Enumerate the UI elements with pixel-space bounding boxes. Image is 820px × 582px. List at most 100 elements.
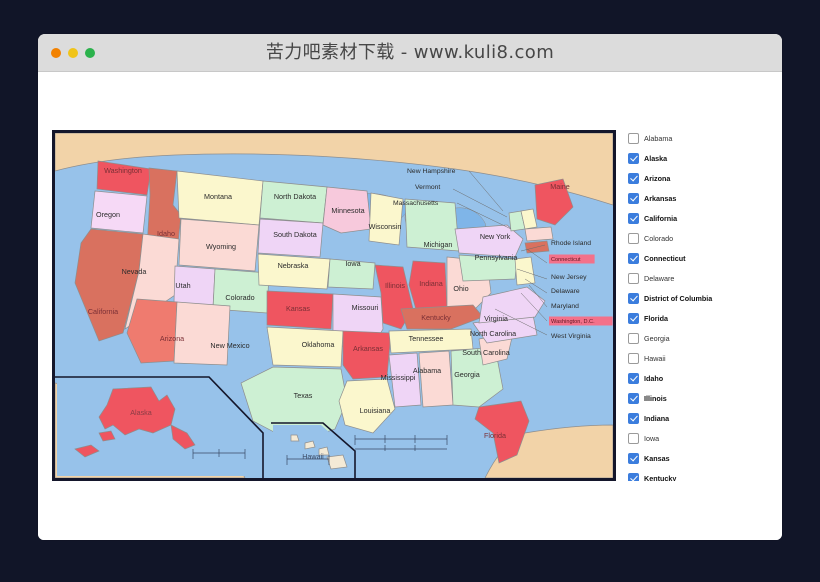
map-state-label: Michigan [424,240,453,249]
map-callout-label: Connecticut [551,257,581,263]
state-list-item[interactable]: California [626,208,758,228]
map-state-label: Arizona [160,334,184,343]
map-state-label: Missouri [352,303,379,312]
state-list-item[interactable]: Kentucky [626,468,758,481]
browser-window: 苦力吧素材下载 - www.kuli8.com .st { stroke:#8e… [38,34,782,540]
inset-label-alaska-text: Alaska [130,408,152,417]
state-list-item[interactable]: District of Columbia [626,288,758,308]
map-callout-label: Maryland [551,303,579,310]
state-list-item[interactable]: Illinois [626,388,758,408]
checkbox-icon[interactable] [628,432,639,444]
checkbox-icon[interactable] [628,212,639,224]
map-state-label: Indiana [419,279,443,288]
map-state-label: New York [480,232,511,241]
state-checkbox-list[interactable]: Alabama Alaska Arizona Arkansas California Co… [626,128,758,481]
map-state-label: Oregon [96,210,120,219]
map-state-label: Texas [294,391,313,400]
map-svg: .st { stroke:#8e8e8e; stroke-width:0.7; … [55,133,613,478]
map-state-label: Utah [175,281,190,290]
map-callout-label: New Hampshire [407,168,456,175]
state-list-item-label: Indiana [644,413,670,423]
checkbox-icon[interactable] [628,472,639,481]
map-callout-label: Rhode Island [551,240,591,247]
map-state-label: Wyoming [206,242,236,251]
map-state-label: South Dakota [273,230,317,239]
map-state-label: Colorado [225,293,254,302]
state-list-item-label: Idaho [644,373,664,383]
state-list-item-label: California [644,213,678,223]
map-callout-label: Vermont [415,184,440,191]
checkbox-icon[interactable] [628,332,639,344]
checkbox-icon[interactable] [628,172,639,184]
checkbox-icon[interactable] [628,412,639,424]
map-state-label: Iowa [345,259,360,268]
state-list-item[interactable]: Alaska [626,148,758,168]
map-state-label: Washington [104,166,142,175]
title-bar: 苦力吧素材下载 - www.kuli8.com [38,34,782,72]
state-list-item[interactable]: Kansas [626,448,758,468]
state-list-item[interactable]: Arkansas [626,188,758,208]
map-state-label: Florida [484,431,506,440]
inset-label-hawaii-text: Hawaii [302,452,324,461]
inset-label-hawaii: Hawaii [302,452,324,461]
checkbox-icon[interactable] [628,132,639,144]
state-list-item-label: Colorado [644,233,674,243]
checkbox-icon[interactable] [628,352,639,364]
map-state-label: Oklahoma [302,340,335,349]
state-list-item-label: District of Columbia [644,293,713,303]
inset-label-alaska: Alaska [130,408,152,417]
state-list-item-label: Iowa [644,433,660,443]
map-callout-label: Delaware [551,288,580,295]
map-state-label: North Dakota [274,192,316,201]
map-state-label: Idaho [157,229,175,238]
state-list-item-label: Illinois [644,393,667,403]
map-state-label: Pennsylvania [475,253,518,262]
state-list-item-label: Connecticut [644,253,686,263]
state-list-item-label: Delaware [644,273,675,283]
map-state-label: Mississippi [381,373,416,382]
map-callout-label: New Jersey [551,274,587,281]
map-callout-label: West Virginia [551,333,591,340]
state-list-item[interactable]: Hawaii [626,348,758,368]
checkbox-icon[interactable] [628,192,639,204]
checkbox-icon[interactable] [628,152,639,164]
map-state-label: North Carolina [470,329,516,338]
state-list-item-label: Alabama [644,133,673,143]
state-list-item[interactable]: Delaware [626,268,758,288]
state-list-item[interactable]: Idaho [626,368,758,388]
map-state-label: Alabama [413,366,441,375]
checkbox-icon[interactable] [628,392,639,404]
state-list-item[interactable]: Alabama [626,128,758,148]
map-state-label: Kentucky [421,313,451,322]
map-state-label: Kansas [286,304,310,313]
state-list-item-label: Florida [644,313,668,323]
state-list-item-label: Georgia [644,333,670,343]
map-state-label: Louisiana [360,406,391,415]
state-list-item[interactable]: Indiana [626,408,758,428]
map-state-label: Virginia [484,314,508,323]
checkbox-icon[interactable] [628,252,639,264]
map-state-label: Minnesota [331,206,364,215]
state-list-item[interactable]: Florida [626,308,758,328]
checkbox-icon[interactable] [628,232,639,244]
state-list-item[interactable]: Iowa [626,428,758,448]
checkbox-icon[interactable] [628,312,639,324]
state-list-item-label: Alaska [644,153,668,163]
map-state-label: Ohio [453,284,468,293]
checkbox-icon[interactable] [628,292,639,304]
checkbox-icon[interactable] [628,372,639,384]
state-list-item[interactable]: Georgia [626,328,758,348]
checkbox-icon[interactable] [628,452,639,464]
state-list-item[interactable]: Arizona [626,168,758,188]
checkbox-icon[interactable] [628,272,639,284]
map-state-label: New Mexico [210,341,249,350]
map-state-label: Nevada [122,267,147,276]
state-list-item[interactable]: Colorado [626,228,758,248]
state-list-item-label: Arizona [644,173,671,183]
map-state-label: Maine [550,182,570,191]
page-content: .st { stroke:#8e8e8e; stroke-width:0.7; … [38,72,782,540]
map-state-label: South Carolina [462,348,510,357]
state-list-item[interactable]: Connecticut [626,248,758,268]
united-states-map[interactable]: .st { stroke:#8e8e8e; stroke-width:0.7; … [52,130,616,481]
map-callout-label: Washington, D.C. [551,319,595,325]
